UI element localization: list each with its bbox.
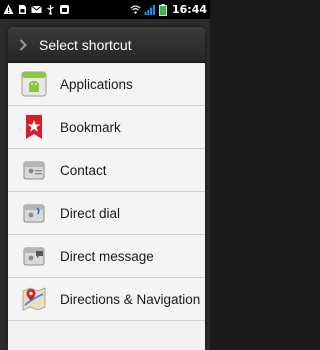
list-item-directions-navigation[interactable]: Directions & Navigation xyxy=(8,278,205,321)
directions-icon xyxy=(20,285,48,313)
status-time: 16:44 xyxy=(171,3,207,16)
mail-icon xyxy=(31,4,42,15)
notification-icons xyxy=(3,4,70,15)
list-item-contact[interactable]: Contact xyxy=(8,149,205,192)
list-item-bookmark[interactable]: Bookmark xyxy=(8,106,205,149)
direct-dial-icon xyxy=(20,199,48,227)
list-item-applications[interactable]: Applications xyxy=(8,63,205,106)
direct-message-icon xyxy=(20,242,48,270)
item-label: Directions & Navigation xyxy=(60,291,201,307)
shortcut-list: Applications Bookmark Contact Direct dia… xyxy=(8,63,205,321)
sim-card-icon xyxy=(17,4,28,15)
battery-icon xyxy=(158,3,169,16)
select-shortcut-dialog: Select shortcut Applications Bookmark Co… xyxy=(8,27,205,350)
signal-icon xyxy=(144,4,155,15)
system-icons: 16:44 xyxy=(130,3,207,16)
android-icon xyxy=(59,4,70,15)
item-label: Direct message xyxy=(60,248,154,264)
list-item-direct-message[interactable]: Direct message xyxy=(8,235,205,278)
dialog-header: Select shortcut xyxy=(8,27,205,63)
bookmark-icon xyxy=(20,113,48,141)
dialog-title: Select shortcut xyxy=(39,36,132,53)
item-label: Contact xyxy=(60,162,107,178)
item-label: Direct dial xyxy=(60,205,121,221)
item-label: Bookmark xyxy=(60,119,121,135)
list-item-direct-dial[interactable]: Direct dial xyxy=(8,192,205,235)
usb-icon xyxy=(45,4,56,15)
contact-icon xyxy=(20,156,48,184)
status-bar: 16:44 xyxy=(0,0,210,19)
chevron-right-icon xyxy=(19,38,29,52)
item-label: Applications xyxy=(60,76,133,92)
warning-icon xyxy=(3,4,14,15)
wifi-icon xyxy=(130,4,141,15)
applications-icon xyxy=(20,70,48,98)
